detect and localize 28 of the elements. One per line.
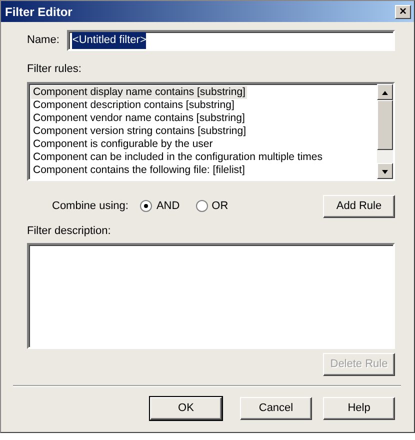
radio-button[interactable]: OR xyxy=(196,198,228,214)
scroll-thumb[interactable] xyxy=(377,100,393,150)
window-title: Filter Editor xyxy=(5,4,72,20)
rule-item[interactable]: Component is configurable by the user xyxy=(31,138,215,150)
filter-description-label: Filter description: xyxy=(27,224,112,238)
scroll-down-button[interactable] xyxy=(377,162,393,178)
close-button[interactable]: × xyxy=(395,4,411,18)
rule-item[interactable]: Component version string contains [substring] xyxy=(31,124,248,138)
radio-button[interactable]: AND xyxy=(140,198,180,214)
description-box[interactable] xyxy=(27,243,395,349)
name-label: Name: xyxy=(27,33,60,48)
dialog-button[interactable]: Cancel xyxy=(240,397,312,420)
down-arrow-icon xyxy=(382,170,388,174)
rule-item[interactable]: Component can be included in the configuration multiple times xyxy=(31,150,325,164)
scrollbar[interactable] xyxy=(377,84,393,178)
rule-item[interactable]: Component vendor name contains [substring] xyxy=(31,112,247,124)
scroll-up-button[interactable] xyxy=(377,84,393,100)
dialog-button[interactable]: Help xyxy=(323,397,395,420)
rule-item[interactable]: Component contains the following file: [filelist] xyxy=(31,164,247,176)
filter-rules-label: Filter rules: xyxy=(27,62,82,77)
name-field[interactable]: <Untitled filter> xyxy=(67,30,395,51)
rule-item[interactable]: Component display name contains [substring] xyxy=(31,86,248,98)
add-rule-button[interactable]: Add Rule xyxy=(323,194,395,218)
rule-item[interactable]: Component description contains [substring] xyxy=(31,98,236,112)
dialog-button[interactable]: OK xyxy=(150,397,222,420)
rules-list[interactable] xyxy=(27,82,395,180)
combine-label: Combine using: xyxy=(52,198,128,214)
up-arrow-icon xyxy=(382,90,388,95)
